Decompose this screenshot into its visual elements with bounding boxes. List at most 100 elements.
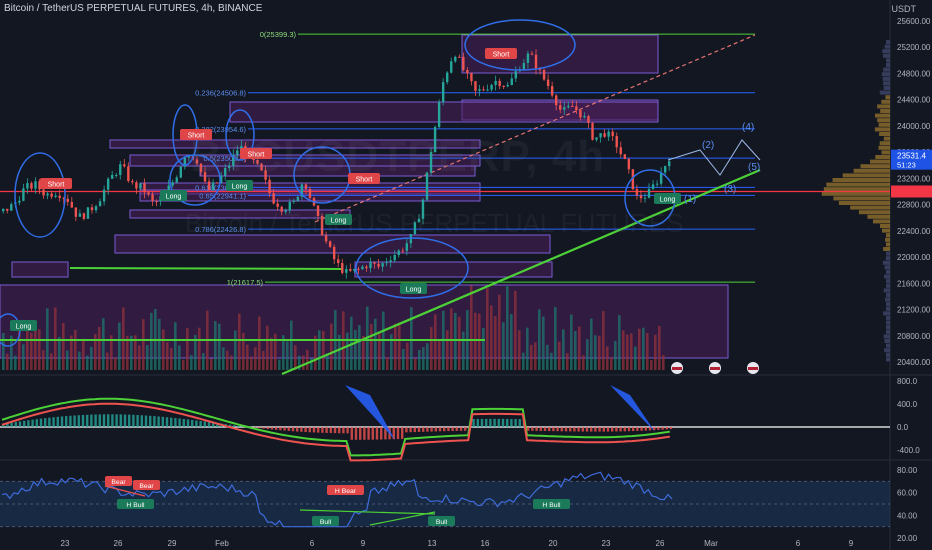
volume-profile-bar — [884, 274, 890, 279]
candle-body — [635, 189, 639, 196]
volume-bar — [554, 307, 557, 370]
candle-body — [304, 184, 308, 189]
candle-body — [171, 182, 174, 186]
candle-body — [341, 263, 344, 273]
volume-profile-bar — [881, 150, 890, 155]
volume-bar — [290, 320, 293, 370]
macd-histogram-bar — [346, 427, 349, 434]
short-signal-label: Short — [48, 182, 65, 189]
volume-profile-bar — [881, 228, 890, 233]
macd-histogram-bar — [123, 414, 127, 427]
candle-body — [292, 200, 296, 202]
macd-histogram-bar — [170, 417, 173, 427]
macd-histogram-bar — [657, 427, 660, 430]
candle-body — [337, 259, 340, 264]
candle-body — [639, 195, 643, 199]
candle-body — [389, 260, 392, 262]
divergence-label: Bull — [436, 519, 448, 526]
candle-body — [611, 131, 614, 137]
volume-bar — [66, 350, 69, 370]
countdown-label: 51:23 — [897, 161, 916, 170]
macd-histogram-bar — [195, 420, 198, 427]
volume-bar — [322, 330, 325, 370]
volume-profile-bar — [833, 196, 890, 201]
candle-body — [494, 80, 497, 85]
candle-body — [490, 84, 493, 90]
macd-histogram-bar — [342, 427, 345, 434]
macd-histogram-bar — [493, 418, 496, 427]
candle-body — [421, 199, 425, 219]
macd-histogram-bar — [405, 427, 408, 433]
macd-axis-tick: 400.0 — [897, 400, 918, 409]
volume-bar — [614, 340, 617, 370]
macd-histogram-bar — [354, 427, 358, 440]
macd-histogram-bar — [52, 417, 55, 427]
macd-histogram-bar — [262, 427, 265, 429]
macd-histogram-bar — [564, 427, 568, 432]
volume-bar — [534, 342, 537, 370]
volume-profile-bar — [886, 63, 890, 67]
volume-bar — [486, 288, 489, 370]
volume-profile-bar — [874, 127, 890, 132]
candle-body — [651, 184, 655, 189]
macd-histogram-bar — [623, 427, 626, 432]
volume-bar — [458, 316, 461, 370]
candle-body — [268, 179, 271, 194]
time-axis-tick: 9 — [849, 539, 854, 548]
candle-body — [119, 164, 122, 175]
macd-histogram-bar — [48, 417, 51, 427]
supply-demand-zone — [229, 101, 659, 123]
volume-bar — [586, 339, 589, 370]
volume-bar — [574, 330, 577, 370]
macd-histogram-bar — [438, 427, 442, 432]
macd-histogram-bar — [476, 418, 479, 427]
wave-label: (5) — [748, 162, 760, 173]
macd-histogram-bar — [77, 415, 80, 427]
candle-body — [131, 181, 134, 183]
volume-bar — [570, 314, 573, 370]
candle-body — [139, 183, 142, 189]
event-flag-stripe — [710, 367, 720, 370]
volume-profile-bar — [877, 104, 890, 109]
candle-body — [42, 189, 45, 196]
macd-histogram-bar — [35, 419, 38, 427]
volume-bar — [558, 341, 561, 370]
macd-histogram-bar — [665, 427, 668, 430]
candle-body — [478, 89, 481, 91]
macd-histogram-bar — [527, 427, 530, 431]
long-signal-label: Long — [16, 324, 32, 331]
volume-bar — [118, 322, 121, 370]
time-axis-tick: 23 — [61, 539, 70, 548]
volume-profile-bar — [885, 256, 890, 261]
volume-bar — [386, 357, 389, 370]
candle-body — [579, 110, 582, 118]
time-axis-tick: 20 — [549, 539, 558, 548]
candle-body — [417, 218, 421, 223]
macd-histogram-bar — [543, 427, 547, 432]
candle-body — [296, 196, 300, 201]
candle-body — [502, 85, 505, 87]
volume-bar — [434, 314, 437, 370]
volume-bar — [166, 342, 169, 370]
time-axis-tick: 9 — [361, 539, 366, 548]
volume-bar — [238, 313, 241, 370]
volume-bar — [306, 349, 309, 370]
price-chart[interactable]: 0(25399.3)0.236(24506.8)0.382(23954.6)0.… — [0, 0, 932, 550]
macd-histogram-bar — [94, 414, 97, 427]
candle-body — [595, 137, 598, 140]
volume-bar — [182, 359, 185, 370]
candle-body — [643, 197, 647, 199]
candle-body — [215, 182, 219, 184]
volume-profile-bar — [826, 182, 890, 187]
macd-histogram-bar — [102, 414, 106, 427]
volume-profile-bar — [885, 237, 890, 242]
volume-profile-bar — [883, 81, 890, 86]
volume-profile-bar — [878, 122, 890, 127]
supply-demand-zone — [11, 261, 69, 278]
volume-bar — [74, 329, 77, 370]
macd-histogram-bar — [611, 427, 614, 432]
candle-body — [345, 268, 348, 273]
volume-profile-bar — [883, 86, 890, 90]
volume-bar — [618, 315, 621, 370]
volume-bar — [654, 334, 657, 370]
